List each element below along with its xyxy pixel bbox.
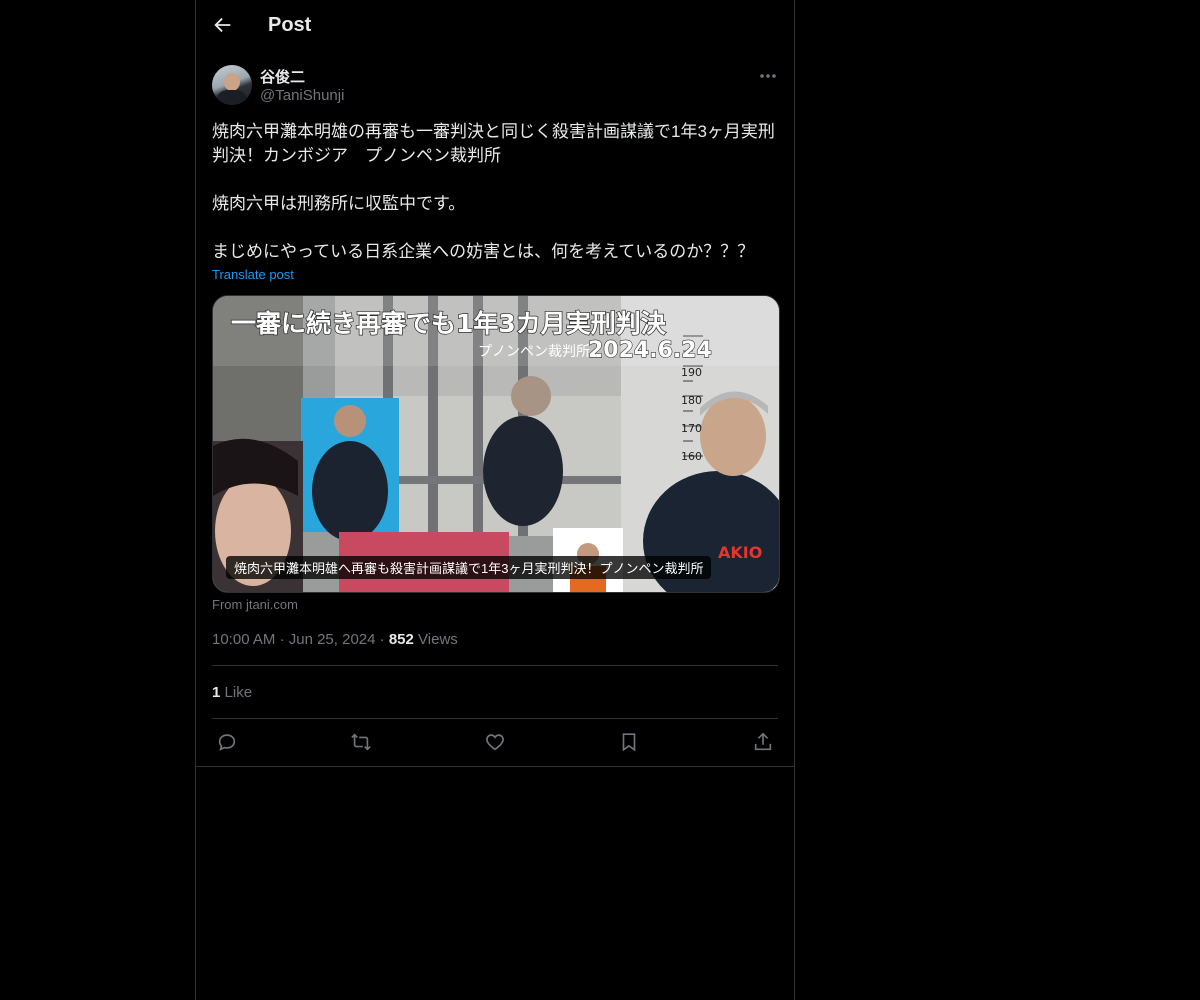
height-label-170: 170 bbox=[681, 422, 702, 435]
translate-post-link[interactable]: Translate post bbox=[212, 267, 294, 282]
likes-count: 1 bbox=[212, 684, 221, 701]
link-card[interactable]: 一審に続き再審でも1年3カ月実刑判決 プノンペン裁判所 2024.6.24 19… bbox=[212, 295, 780, 593]
card-image-title: 一審に続き再審でも1年3カ月実刑判決 bbox=[231, 309, 667, 338]
post-date[interactable]: Jun 25, 2024 bbox=[289, 631, 376, 648]
height-label-180: 180 bbox=[681, 394, 702, 407]
divider bbox=[212, 665, 778, 666]
card-image-date: 2024.6.24 bbox=[588, 338, 712, 363]
header: Post bbox=[196, 0, 794, 53]
divider bbox=[196, 766, 794, 767]
card-caption: 焼肉六甲灘本明雄へ再審も殺害計画謀議で1年3ヶ月実刑判決！プノンペン裁判所 bbox=[226, 556, 712, 579]
card-image-subtitle: プノンペン裁判所 bbox=[478, 344, 590, 360]
share-icon[interactable] bbox=[752, 731, 778, 757]
author-display-name[interactable]: 谷俊二 bbox=[260, 66, 305, 87]
like-icon[interactable] bbox=[484, 731, 510, 757]
divider bbox=[212, 718, 778, 719]
card-image-name-tag: AKIO bbox=[718, 543, 762, 562]
views-label: Views bbox=[418, 631, 458, 648]
bookmark-icon[interactable] bbox=[618, 731, 644, 757]
avatar[interactable] bbox=[212, 65, 252, 105]
reply-icon[interactable] bbox=[216, 731, 242, 757]
height-label-190: 190 bbox=[681, 366, 702, 379]
page-title: Post bbox=[268, 14, 312, 36]
post-text: 焼肉六甲灘本明雄の再審も一審判決と同じく殺害計画謀議で1年3ヶ月実刑判決！カンボ… bbox=[212, 122, 775, 261]
arrow-left-icon[interactable] bbox=[212, 14, 238, 40]
post-time[interactable]: 10:00 AM bbox=[212, 631, 275, 648]
views-count: 852 bbox=[388, 631, 414, 648]
author-handle[interactable]: @TaniShunji bbox=[260, 87, 344, 104]
post-meta: 10:00 AM · Jun 25, 2024 · 852 Views bbox=[212, 631, 458, 648]
more-options-icon[interactable] bbox=[756, 66, 780, 86]
height-label-160: 160 bbox=[681, 450, 702, 463]
repost-icon[interactable] bbox=[350, 731, 376, 757]
likes-stat[interactable]: 1 Like bbox=[212, 684, 252, 701]
post-column: Post 谷俊二 @TaniShunji 焼肉六甲灘本明雄の再審も一審判決と同じ… bbox=[195, 0, 795, 1000]
card-image: 一審に続き再審でも1年3カ月実刑判決 プノンペン裁判所 2024.6.24 19… bbox=[213, 296, 779, 592]
likes-label: Like bbox=[224, 684, 253, 701]
card-source[interactable]: From jtani.com bbox=[212, 597, 298, 612]
